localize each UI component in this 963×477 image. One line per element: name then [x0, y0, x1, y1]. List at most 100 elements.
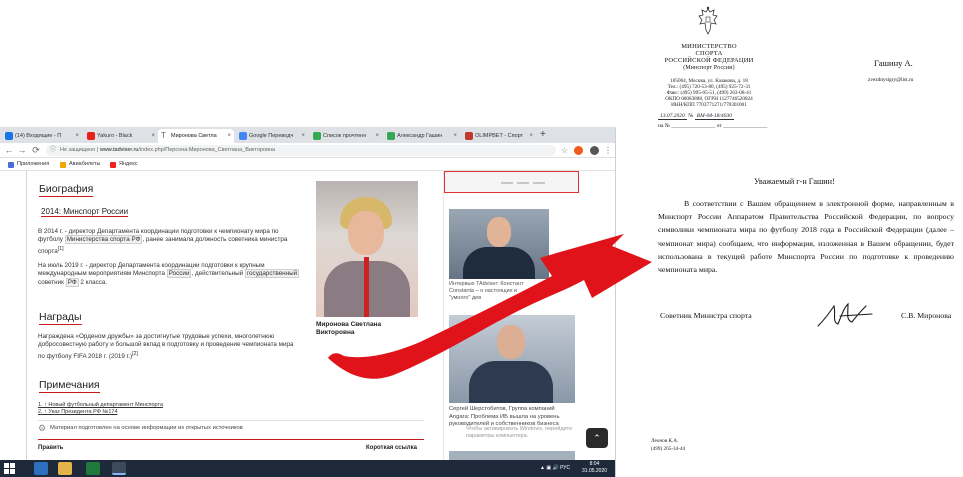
handwritten-date: 13.07.2020 [658, 113, 687, 120]
excel-icon[interactable] [86, 462, 100, 475]
folder-icon[interactable] [58, 462, 72, 475]
caption-line: Интервью TAdviser: Констант [449, 281, 524, 287]
divider [38, 420, 424, 421]
column-divider [443, 171, 444, 461]
tab-label: Yakuro - Black [97, 133, 133, 139]
note-text: 2. ↑ Указ Президента РФ №174 [38, 409, 118, 415]
tab-label: Список прочтенн [323, 133, 367, 139]
not-secure-label: Не защищено [60, 147, 96, 153]
recipient-email: zvezdnysigry@list.ru [868, 77, 914, 83]
system-tray[interactable]: ▲ ▣ 🔊 РУС [540, 460, 570, 477]
close-icon[interactable]: × [375, 129, 379, 143]
tab-reading-list[interactable]: Список прочтенн × [310, 129, 382, 143]
link-rf[interactable]: РФ [65, 277, 79, 287]
note-1[interactable]: 1. ↑ Новый футбольный департамент Минспо… [38, 402, 163, 409]
gear-icon: ⚙ [38, 423, 47, 433]
clock-time: 8:04 [589, 461, 600, 467]
caption-line: Викторовна [316, 329, 355, 336]
yandex-icon [110, 162, 116, 168]
address-line: ИНН/КПП 7703771271/770301001 [671, 102, 747, 108]
red-divider [38, 439, 424, 440]
photo-face [487, 217, 511, 247]
windows-start-icon[interactable] [4, 463, 15, 474]
tab-olimpbet[interactable]: OLIMPBET - Спорт × [462, 129, 536, 143]
menu-icon[interactable]: ⋮ [604, 146, 613, 155]
tab-inbox[interactable]: (14) Входящие - П × [2, 129, 82, 143]
caption-line: Constanta – о настоящих и [449, 288, 518, 294]
bookmark-label: Приложения [17, 161, 50, 167]
close-icon[interactable]: × [227, 129, 231, 143]
scroll-to-top-button[interactable]: ⌃ [586, 428, 608, 448]
handwritten-number: ВМ-08-18/4030 [694, 113, 734, 120]
close-icon[interactable]: × [529, 129, 533, 143]
photo-body [463, 247, 535, 279]
mail-icon [5, 132, 13, 140]
awards-paragraph: Награждена «Орденом дружбы» за достигнут… [38, 333, 300, 361]
forward-button[interactable]: → [17, 144, 27, 157]
link-russia[interactable]: России [166, 269, 192, 279]
banner-shape [501, 182, 513, 184]
close-icon[interactable]: × [75, 129, 79, 143]
tab-tadviser[interactable]: T Миронова Светла × [158, 129, 234, 143]
extension-icon[interactable] [574, 146, 583, 155]
text: Материал подготовлен на основе информаци… [50, 425, 243, 431]
tab-youtube[interactable]: Yakuro - Black × [84, 129, 158, 143]
close-icon[interactable]: × [301, 129, 305, 143]
edit-link[interactable]: Править [38, 445, 63, 451]
bookmark-label: Авиабилеты [69, 161, 101, 167]
explorer-icon[interactable] [34, 462, 48, 475]
ministry-letter: МИНИСТЕРСТВО СПОРТА РОССИЙСКОЙ ФЕДЕРАЦИИ… [616, 0, 963, 477]
info-icon[interactable]: ⓘ [50, 145, 56, 156]
bookmark-apps[interactable]: Приложения [8, 158, 49, 171]
tab-google-translate[interactable]: Google Переводч × [236, 129, 308, 143]
awards-heading: Награды [39, 311, 82, 325]
executor-phone: (499) 265-34-44 [651, 446, 686, 452]
link-state[interactable]: государственный [244, 269, 300, 279]
sherstobitov-photo[interactable] [449, 315, 575, 403]
address-bar[interactable]: ⓘ Не защищено | www.tadviser.ru/index.ph… [46, 145, 556, 156]
portrait-caption: Миронова Светлана Викторовна [316, 321, 381, 337]
recipient-name: Гашину А. [874, 58, 913, 68]
tadviser-icon: T [161, 131, 166, 140]
reload-button[interactable]: ⟳ [31, 144, 41, 157]
clock[interactable]: 8:04 31.05.2020 [582, 461, 607, 475]
new-tab-button[interactable]: + [540, 129, 546, 141]
ministry-line: РОССИЙСКОЙ ФЕДЕРАЦИИ [664, 57, 754, 64]
interview-photo[interactable] [449, 209, 549, 279]
short-link[interactable]: Короткая ссылка [366, 445, 417, 451]
footnote-ref[interactable]: [2] [132, 351, 138, 357]
bookmark-yandex[interactable]: Яндекс [110, 158, 138, 171]
star-icon[interactable]: ☆ [561, 146, 570, 155]
text: , действительный [191, 270, 244, 278]
back-button[interactable]: ← [4, 144, 14, 157]
close-icon[interactable]: × [453, 129, 457, 143]
profile-avatar[interactable] [590, 146, 599, 155]
windows-taskbar: ▲ ▣ 🔊 РУС 8:04 31.05.2020 [0, 460, 615, 477]
page-icon [387, 132, 395, 140]
chrome-icon[interactable] [112, 462, 126, 475]
biography-paragraph-1: В 2014 г. - директор Департамента коорди… [38, 228, 300, 256]
banner-image[interactable] [444, 171, 579, 193]
clock-date: 31.05.2020 [582, 468, 608, 474]
caption-line: "умного" дев [449, 295, 482, 301]
text: Награждена «Орденом дружбы» за достигнут… [38, 333, 294, 360]
note-2[interactable]: 2. ↑ Указ Президента РФ №174 [38, 409, 118, 416]
interview-caption[interactable]: Интервью TAdviser: Констант Constanta – … [449, 281, 523, 302]
watermark-line: Чтобы активировать Windows, перейдите [466, 426, 573, 432]
bookmark-aviabilety[interactable]: Авиабилеты [60, 158, 101, 171]
youtube-icon [87, 132, 95, 140]
caption-line: Миронова Светлана [316, 321, 382, 328]
close-icon[interactable]: × [151, 129, 155, 143]
text: 2 класса. [80, 278, 108, 286]
list-icon [313, 132, 321, 140]
url-domain: www.tadviser.ru [99, 147, 139, 153]
biography-heading: Биография [39, 183, 94, 197]
caption-line: Angara: Проблема ИБ вышла на уровень [449, 413, 560, 420]
portrait-lanyard [364, 257, 369, 317]
footnote-ref[interactable]: [1] [58, 246, 64, 252]
link-minsport[interactable]: Министерства спорта РФ [64, 235, 143, 245]
tab-gashin[interactable]: Александр Гашин × [384, 129, 460, 143]
olimpbet-icon [465, 132, 473, 140]
person-portrait [316, 181, 418, 317]
number-label: № [688, 113, 694, 119]
